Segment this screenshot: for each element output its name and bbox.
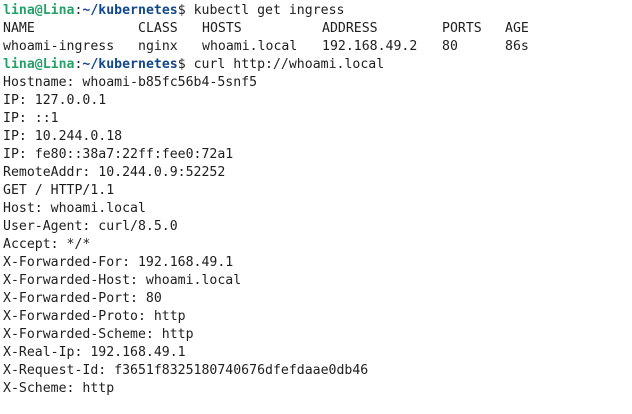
table-cell: whoami-ingress	[3, 39, 115, 54]
output-line: IP: fe80::38a7:22ff:fee0:72a1	[3, 147, 234, 162]
prompt-path: ~/kubernetes	[82, 57, 178, 72]
table-cell: 80	[442, 39, 458, 54]
table-cell: 192.168.49.2	[322, 39, 418, 54]
output-line: Accept: */*	[3, 237, 91, 252]
output-line: GET / HTTP/1.1	[3, 183, 115, 198]
column-header: PORTS	[442, 21, 482, 36]
output-line: IP: ::1	[3, 111, 59, 126]
command-text: curl http://whoami.local	[185, 57, 385, 72]
output-line: X-Forwarded-Proto: http	[3, 309, 186, 324]
output-line: Hostname: whoami-b85fc56b4-5snf5	[3, 75, 258, 90]
output-line: User-Agent: curl/8.5.0	[3, 219, 178, 234]
output-line: IP: 127.0.0.1	[3, 93, 107, 108]
output-line: X-Forwarded-Port: 80	[3, 291, 162, 306]
terminal-window[interactable]: lina@Lina:~/kubernetes$ kubectl get ingr…	[0, 0, 632, 414]
table-cell: whoami.local	[202, 39, 298, 54]
output-line: RemoteAddr: 10.244.0.9:52252	[3, 165, 226, 180]
output-line: IP: 10.244.0.18	[3, 129, 123, 144]
output-line: X-Forwarded-Host: whoami.local	[3, 273, 242, 288]
table-cell: nginx	[138, 39, 178, 54]
prompt-path: ~/kubernetes	[82, 3, 178, 18]
output-line: X-Real-Ip: 192.168.49.1	[3, 345, 186, 360]
column-header: ADDRESS	[322, 21, 378, 36]
output-line: Host: whoami.local	[3, 201, 146, 216]
prompt-user-host: lina@Lina	[3, 57, 75, 72]
column-header: CLASS	[138, 21, 178, 36]
output-line: X-Request-Id: f3651f8325180740676dfefdaa…	[3, 363, 369, 378]
prompt-user-host: lina@Lina	[3, 3, 75, 18]
table-row: whoami-ingress nginx whoami.local 192.16…	[3, 38, 632, 56]
column-header: AGE	[505, 21, 529, 36]
prompt-line: lina@Lina:~/kubernetes$ curl http://whoa…	[3, 56, 632, 74]
output-line: X-Scheme: http	[3, 381, 115, 396]
prompt-dollar: $	[177, 3, 186, 18]
table-header-row: NAME CLASS HOSTS ADDRESS PORTS AGE	[3, 20, 632, 38]
table-cell: 86s	[505, 39, 529, 54]
prompt-line: lina@Lina:~/kubernetes$ kubectl get ingr…	[3, 2, 632, 20]
output-line: X-Forwarded-Scheme: http	[3, 327, 194, 342]
column-header: HOSTS	[202, 21, 242, 36]
prompt-dollar: $	[177, 57, 186, 72]
output-line: X-Forwarded-For: 192.168.49.1	[3, 255, 234, 270]
column-header: NAME	[3, 21, 35, 36]
command-text: kubectl get ingress	[185, 3, 345, 18]
